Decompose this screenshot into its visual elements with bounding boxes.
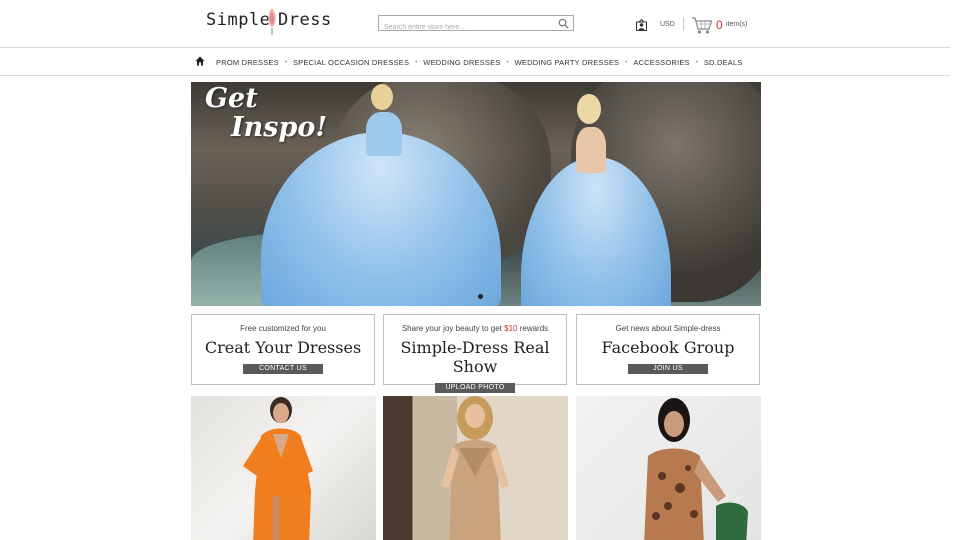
upload-photo-button[interactable]: UPLOAD PHOTO [435, 383, 515, 393]
cart-icon[interactable] [691, 16, 713, 35]
promo-real-show: Share your joy beauty to get $10 rewards… [383, 314, 567, 393]
search-icon[interactable] [558, 18, 569, 29]
nav-items: PROM DRESSES • SPECIAL OCCASION DRESSES … [216, 58, 743, 67]
nav-item-wedding-party-dresses[interactable]: WEDDING PARTY DRESSES [515, 58, 620, 67]
promo-title: Simple-Dress Real Show [400, 338, 550, 376]
home-icon[interactable] [195, 56, 205, 66]
main-nav: PROM DRESSES • SPECIAL OCCASION DRESSES … [0, 48, 950, 76]
banner-headline-line1: Get [205, 83, 258, 114]
nav-item-sd-deals[interactable]: SD.DEALS [704, 58, 743, 67]
header-divider [683, 17, 684, 31]
currency-selector[interactable]: USD [660, 21, 675, 28]
search-input[interactable] [379, 20, 549, 35]
promo-subtitle: Free customized for you [240, 324, 326, 333]
promo-title: Creat Your Dresses [204, 338, 362, 357]
account-icon[interactable] [636, 19, 647, 31]
product-image [644, 398, 748, 540]
reward-amount: $10 [504, 324, 518, 333]
nav-item-prom-dresses[interactable]: PROM DRESSES [216, 58, 279, 67]
promo-facebook: Get news about Simple-dress Facebook Gro… [576, 314, 760, 385]
promo-customize: Free customized for you Creat Your Dress… [191, 314, 375, 385]
product-tile[interactable] [576, 396, 761, 540]
banner-headline: Get Inspo! [205, 84, 327, 142]
product-tile[interactable] [383, 396, 568, 540]
nav-separator: • [625, 59, 628, 66]
nav-separator: • [284, 59, 287, 66]
promo-subtitle-text: Share your joy beauty to get [401, 324, 505, 333]
logo-word-dress: Dress [278, 10, 332, 30]
product-image [243, 397, 313, 540]
hero-banner[interactable]: Get Inspo! [191, 82, 761, 306]
cart-count[interactable]: 0 [716, 18, 723, 32]
promo-title: Facebook Group [601, 338, 735, 357]
search-box [378, 15, 574, 35]
nav-separator: • [506, 59, 509, 66]
promo-subtitle: Get news about Simple-dress [615, 324, 721, 333]
nav-separator: • [695, 59, 698, 66]
promo-subtitle-text: rewards [517, 324, 549, 333]
banner-headline-line2: Inspo! [231, 112, 328, 143]
banner-model-bodice [366, 112, 402, 156]
promo-subtitle: Share your joy beauty to get $10 rewards [384, 324, 566, 333]
nav-item-wedding-dresses[interactable]: WEDDING DRESSES [423, 58, 500, 67]
banner-model-head [577, 94, 601, 124]
slide-indicator-dot[interactable] [478, 294, 483, 299]
join-us-button[interactable]: JOIN US [628, 364, 708, 374]
site-header: Simple Dress USD 0 item(s) [0, 0, 950, 48]
contact-us-button[interactable]: CONTACT US [243, 364, 323, 374]
product-tile[interactable] [191, 396, 376, 540]
site-logo[interactable]: Simple Dress [204, 6, 334, 38]
product-image [441, 396, 509, 540]
cart-items-label[interactable]: item(s) [726, 21, 747, 28]
nav-item-special-occasion-dresses[interactable]: SPECIAL OCCASION DRESSES [293, 58, 409, 67]
nav-item-accessories[interactable]: ACCESSORIES [633, 58, 689, 67]
nav-separator: • [415, 59, 418, 66]
banner-model-head [371, 84, 393, 110]
logo-word-simple: Simple [206, 10, 271, 30]
banner-model-bodice [576, 127, 606, 173]
